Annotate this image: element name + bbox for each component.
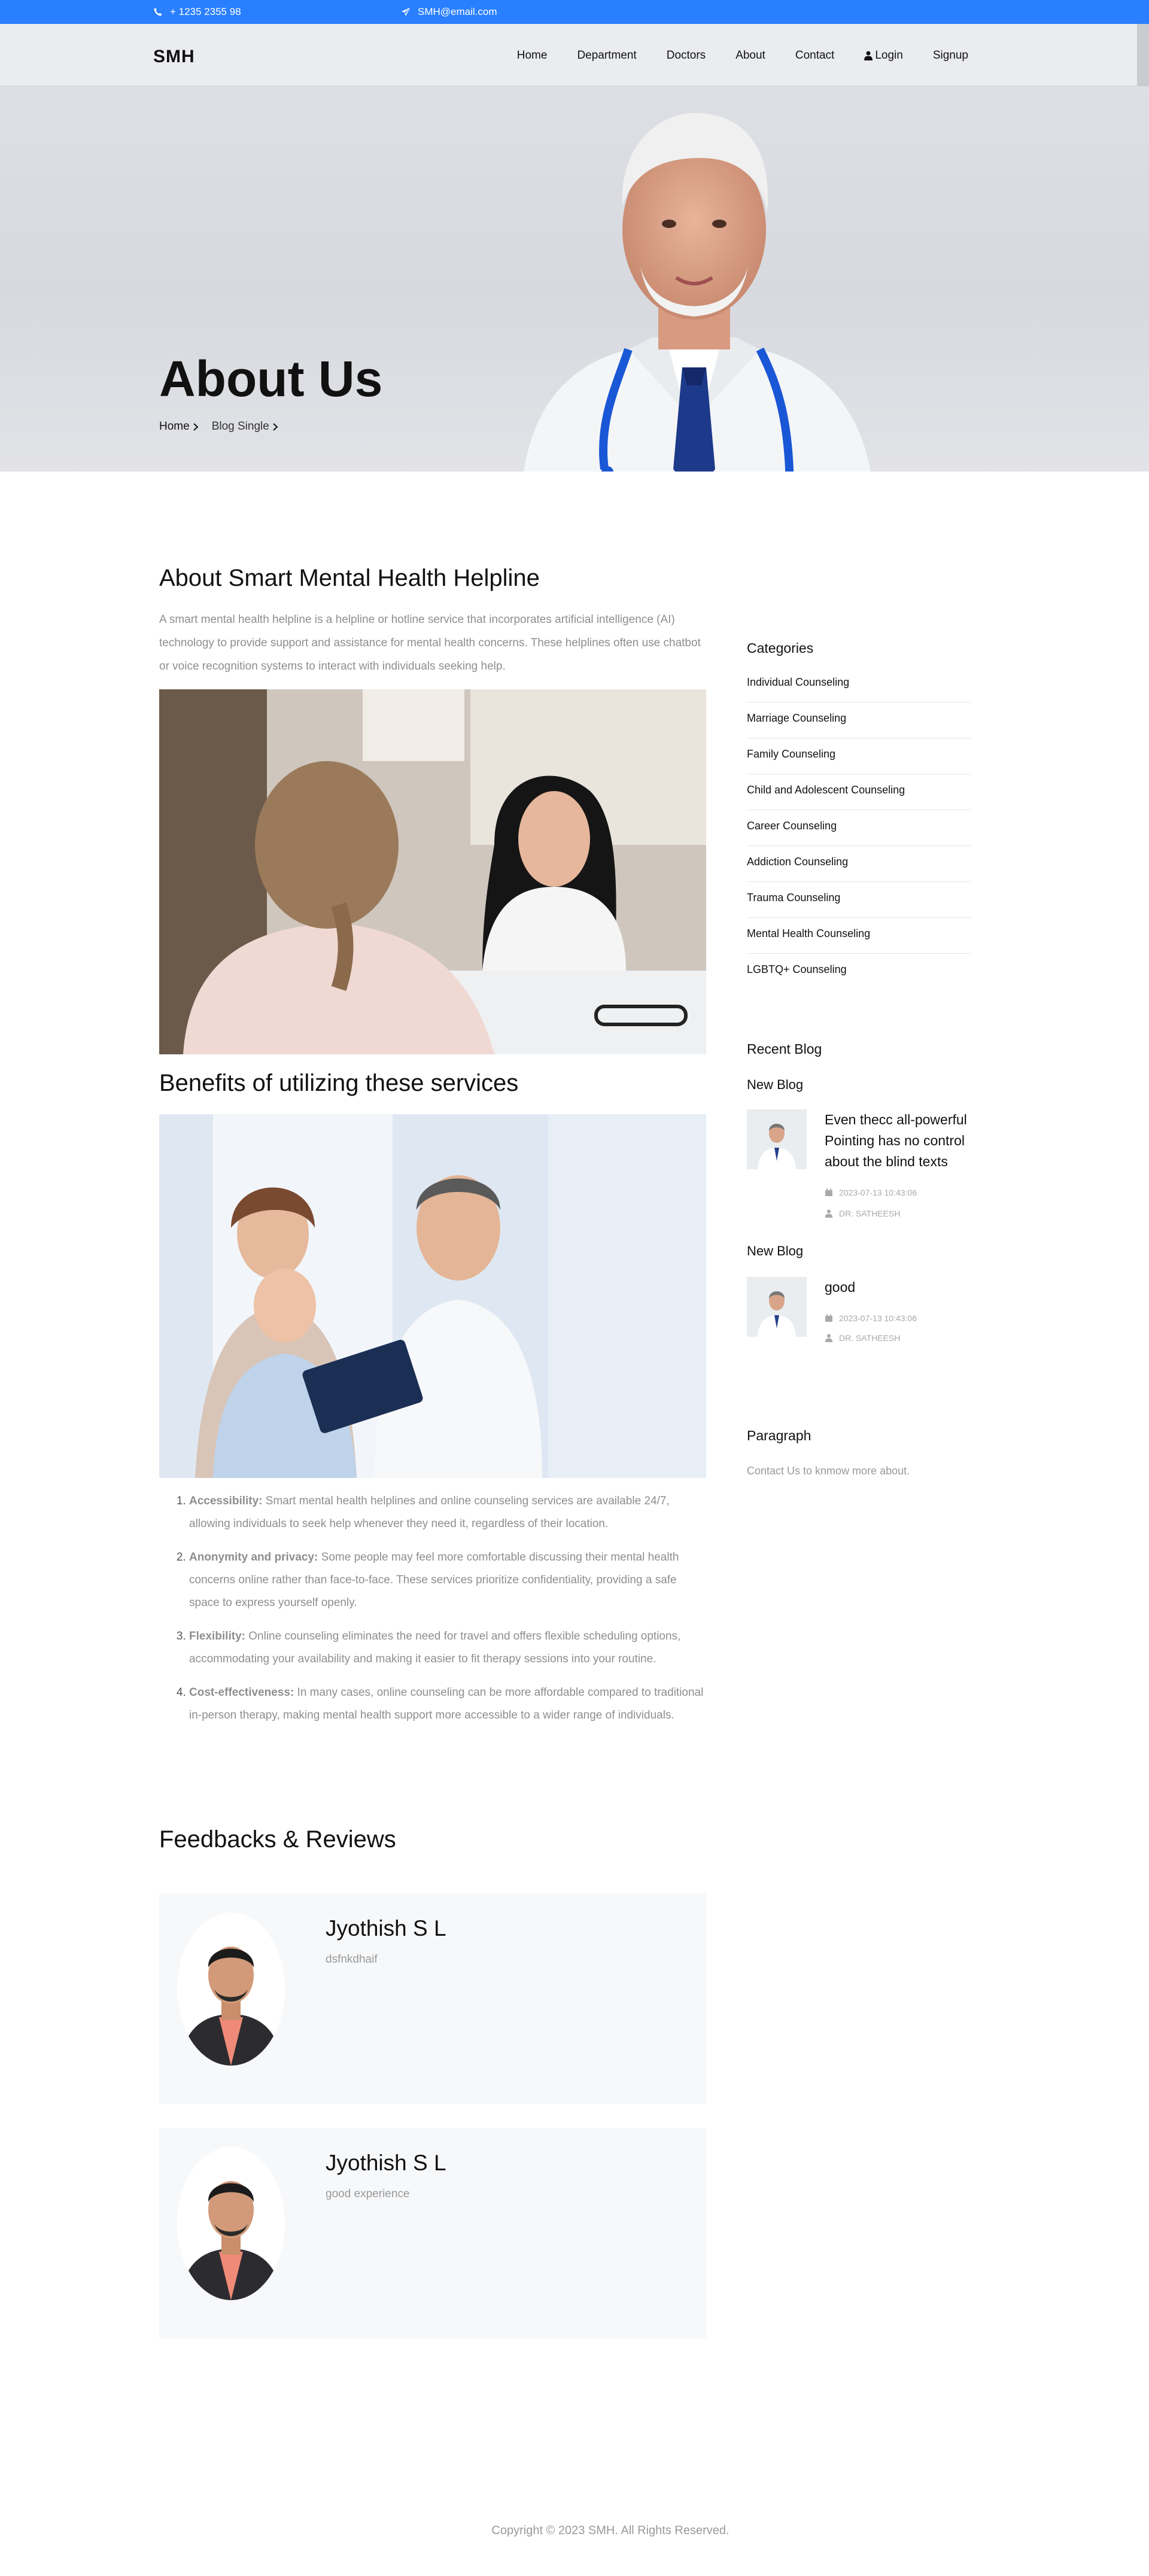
nav-login-label: Login xyxy=(875,49,903,62)
phone-icon xyxy=(154,8,162,16)
user-icon xyxy=(825,1334,833,1342)
benefit-term: Flexibility: xyxy=(189,1630,245,1643)
review-text: dsfnkdhaif xyxy=(326,1953,378,1966)
reviewer-name: Jyothish S L xyxy=(326,1916,446,1941)
benefit-term: Anonymity and privacy: xyxy=(189,1551,318,1564)
blog-label: New Blog xyxy=(747,1243,804,1258)
benefit-item: Flexibility: Online counseling eliminate… xyxy=(189,1625,704,1671)
review-text: good experience xyxy=(326,2188,410,2200)
main-nav: Home Department Doctors About Contact Lo… xyxy=(517,49,968,62)
calendar-icon xyxy=(825,1188,832,1196)
nav-doctors[interactable]: Doctors xyxy=(667,49,706,62)
counseling-session-image xyxy=(159,689,706,1054)
article-title: About Smart Mental Health Helpline xyxy=(159,565,540,591)
nav-department[interactable]: Department xyxy=(577,49,636,62)
nav-signup[interactable]: Signup xyxy=(933,49,968,62)
blog-author: DR. SATHEESH xyxy=(825,1333,900,1343)
breadcrumb-blog-single-label: Blog Single xyxy=(211,420,269,433)
topbar-email[interactable]: SMH@email.com xyxy=(401,6,497,18)
user-icon xyxy=(825,1209,833,1218)
benefits-list: Accessibility: Smart mental health helpl… xyxy=(159,1490,704,1738)
category-item[interactable]: Individual Counseling xyxy=(747,667,971,702)
category-item[interactable]: Career Counseling xyxy=(747,810,971,846)
paragraph-text: Contact Us to knmow more about. xyxy=(747,1465,910,1477)
benefit-text: Online counseling eliminates the need fo… xyxy=(189,1630,681,1665)
breadcrumb-home[interactable]: Home xyxy=(159,420,199,433)
blog-date-text: 2023-07-13 10:43:06 xyxy=(839,1313,917,1323)
paper-plane-icon xyxy=(402,8,410,16)
footer-copyright: Copyright © 2023 SMH. All Rights Reserve… xyxy=(491,2524,729,2537)
category-item[interactable]: Marriage Counseling xyxy=(747,702,971,738)
breadcrumb-home-label: Home xyxy=(159,420,190,433)
breadcrumb-blog-single: Blog Single xyxy=(212,420,278,433)
nav-contact[interactable]: Contact xyxy=(795,49,834,62)
avatar xyxy=(177,1912,285,2066)
blog-title[interactable]: Even thecc all-powerful Pointing has no … xyxy=(825,1109,974,1172)
doctor-hero-image xyxy=(523,112,871,472)
blog-date: 2023-07-13 10:43:06 xyxy=(825,1188,917,1197)
category-item[interactable]: Family Counseling xyxy=(747,738,971,774)
blog-author-text: DR. SATHEESH xyxy=(839,1333,901,1343)
reviewer-name: Jyothish S L xyxy=(326,2151,446,2175)
category-item[interactable]: Trauma Counseling xyxy=(747,882,971,918)
benefit-term: Accessibility: xyxy=(189,1495,263,1507)
review-card: Jyothish S L dsfnkdhaif xyxy=(159,1893,706,2104)
article-intro: A smart mental health helpline is a help… xyxy=(159,613,701,673)
blog-label: New Blog xyxy=(747,1077,804,1092)
paragraph-title: Paragraph xyxy=(747,1428,811,1443)
blog-title[interactable]: good xyxy=(825,1277,974,1298)
review-card: Jyothish S L good experience xyxy=(159,2128,706,2338)
breadcrumb: Home Blog Single xyxy=(159,420,278,433)
nav-home[interactable]: Home xyxy=(517,49,548,62)
feedback-title: Feedbacks & Reviews xyxy=(159,1826,396,1853)
email-text: SMH@email.com xyxy=(418,6,497,17)
benefit-item: Cost-effectiveness: In many cases, onlin… xyxy=(189,1681,704,1727)
scrollbar[interactable] xyxy=(1137,24,1149,86)
category-item[interactable]: Child and Adolescent Counseling xyxy=(747,774,971,810)
brand-logo[interactable]: SMH xyxy=(153,47,195,67)
calendar-icon xyxy=(825,1314,832,1322)
benefit-term: Cost-effectiveness: xyxy=(189,1686,294,1699)
benefits-title: Benefits of utilizing these services xyxy=(159,1070,519,1096)
hero-title: About Us xyxy=(159,351,383,407)
benefit-item: Accessibility: Smart mental health helpl… xyxy=(189,1490,704,1535)
topbar-phone[interactable]: + 1235 2355 98 xyxy=(153,6,241,18)
blog-date-text: 2023-07-13 10:43:06 xyxy=(839,1188,917,1197)
nav-login[interactable]: Login xyxy=(864,49,903,62)
phone-text: + 1235 2355 98 xyxy=(170,6,241,17)
blog-thumbnail[interactable] xyxy=(747,1109,807,1169)
blog-thumbnail[interactable] xyxy=(747,1277,807,1337)
family-doctor-image xyxy=(159,1114,706,1478)
chevron-right-icon xyxy=(193,422,199,431)
categories-list: Individual Counseling Marriage Counselin… xyxy=(747,667,971,990)
category-item[interactable]: LGBTQ+ Counseling xyxy=(747,954,971,990)
categories-title: Categories xyxy=(747,640,814,656)
user-icon xyxy=(864,51,873,60)
chevron-right-icon xyxy=(273,422,278,431)
blog-author: DR. SATHEESH xyxy=(825,1209,900,1218)
blog-author-text: DR. SATHEESH xyxy=(839,1209,901,1218)
category-item[interactable]: Addiction Counseling xyxy=(747,846,971,882)
recent-blog-title: Recent Blog xyxy=(747,1041,822,1057)
blog-date: 2023-07-13 10:43:06 xyxy=(825,1313,917,1323)
benefit-item: Anonymity and privacy: Some people may f… xyxy=(189,1546,704,1614)
category-item[interactable]: Mental Health Counseling xyxy=(747,918,971,954)
nav-about[interactable]: About xyxy=(735,49,765,62)
avatar xyxy=(177,2147,285,2300)
top-bar: + 1235 2355 98 SMH@email.com xyxy=(0,0,1149,24)
